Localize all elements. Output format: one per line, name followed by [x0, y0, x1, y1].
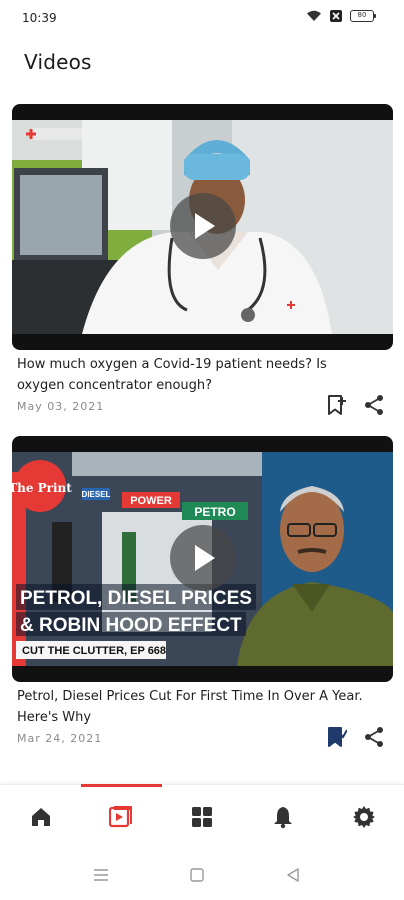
play-button[interactable] — [170, 525, 236, 591]
thumb-brand-logo: The Print — [12, 481, 72, 495]
bookmark-add-icon[interactable] — [327, 394, 347, 416]
page-title: Videos — [24, 50, 92, 74]
bookmark-filled-icon[interactable] — [327, 726, 347, 748]
menu-icon[interactable] — [93, 868, 109, 882]
gear-icon[interactable] — [352, 805, 376, 829]
home-icon[interactable] — [29, 805, 53, 829]
battery-level: 80 — [357, 11, 367, 19]
thumb-sign-petro: PETRO — [194, 505, 235, 519]
video-title[interactable]: How much oxygen a Covid-19 patient needs… — [17, 354, 377, 396]
status-bar: 10:39 80 — [0, 0, 404, 36]
play-button[interactable] — [170, 193, 236, 259]
battery-icon: 80 — [350, 10, 376, 22]
share-icon[interactable] — [363, 726, 385, 748]
video-icon[interactable] — [109, 805, 133, 829]
play-icon — [195, 545, 215, 571]
video-card[interactable]: POWER DIESEL PETRO The Print PETROL, DIE… — [12, 436, 393, 747]
notification-x-icon — [330, 10, 342, 22]
home-square-icon[interactable] — [190, 868, 204, 882]
grid-icon[interactable] — [190, 805, 214, 829]
wifi-icon — [307, 10, 321, 21]
thumb-headline-2: & ROBIN HOOD EFFECT — [20, 615, 242, 636]
back-icon[interactable] — [286, 868, 300, 882]
system-navigation-bar — [0, 850, 404, 900]
video-date: Mar 24, 2021 — [17, 732, 103, 745]
status-icons: 80 — [306, 10, 376, 22]
bell-icon[interactable] — [271, 805, 295, 829]
thumb-headline-1: PETROL, DIESEL PRICES — [20, 588, 252, 609]
thumb-sign-diesel: DIESEL — [82, 490, 111, 499]
video-thumbnail[interactable]: POWER DIESEL PETRO The Print PETROL, DIE… — [12, 436, 393, 682]
thumb-episode: CUT THE CLUTTER, EP 668 — [22, 645, 166, 657]
status-time: 10:39 — [22, 11, 57, 25]
share-icon[interactable] — [363, 394, 385, 416]
video-date: May 03, 2021 — [17, 400, 105, 413]
thumb-sign-power: POWER — [130, 495, 172, 507]
video-title[interactable]: Petrol, Diesel Prices Cut For First Time… — [17, 686, 377, 728]
video-thumbnail[interactable] — [12, 104, 393, 350]
bottom-nav — [0, 784, 404, 850]
active-tab-indicator — [81, 784, 162, 787]
video-card[interactable]: How much oxygen a Covid-19 patient needs… — [12, 104, 393, 415]
play-icon — [195, 213, 215, 239]
